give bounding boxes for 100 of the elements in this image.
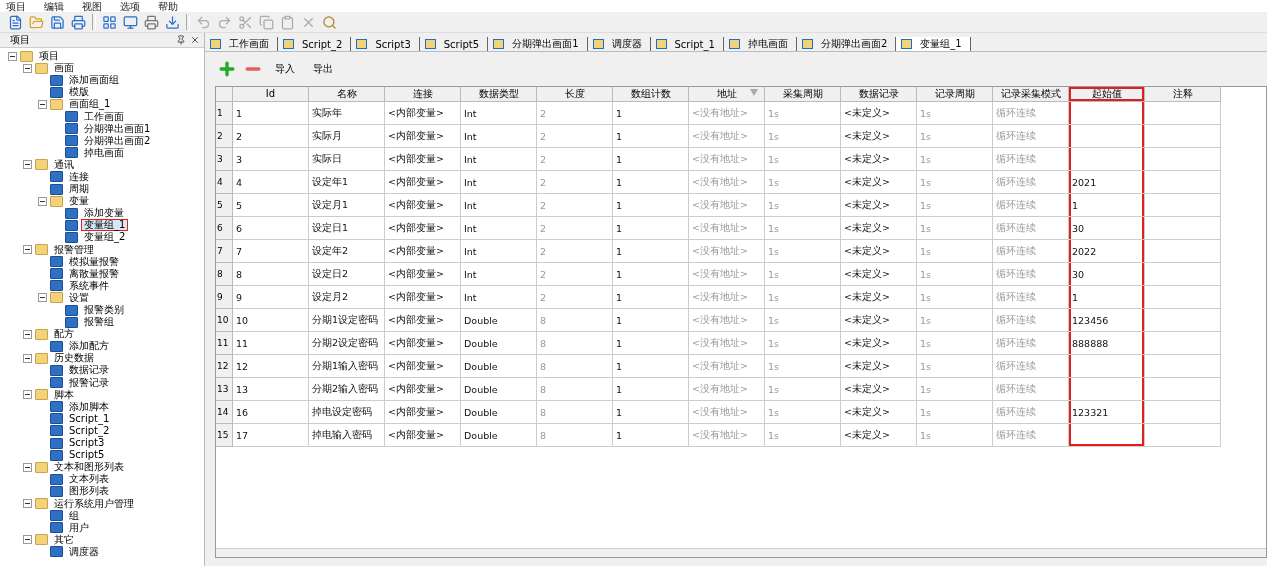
column-header[interactable]: 连接 [385,87,461,102]
menu-item[interactable]: 选项 [120,0,140,12]
tree-item[interactable]: 周期 [66,183,92,196]
tree-item[interactable]: 添加配方 [66,340,112,353]
column-header[interactable]: 记录采集模式 [993,87,1069,102]
toolbar-button[interactable]: 导出 [307,62,339,76]
column-header[interactable]: 地址 [689,87,765,102]
collapse-toggle[interactable] [23,535,32,545]
tree-item[interactable]: 报警类别 [81,304,127,316]
tree-item[interactable]: 配方 [51,328,77,341]
tree-item[interactable]: 文本列表 [66,473,112,486]
tree-item[interactable]: 连接 [66,171,92,183]
collapse-toggle[interactable] [23,390,32,400]
tree-item[interactable]: Script5 [66,449,108,462]
menu-item[interactable]: 项目 [6,0,26,12]
tree-item[interactable]: 图形列表 [66,485,112,498]
column-header[interactable]: 注释 [1145,87,1221,102]
horizontal-scrollbar[interactable] [216,548,1266,557]
tree-item[interactable]: 添加脚本 [66,400,112,413]
new-file-icon[interactable] [8,14,23,30]
menu-item[interactable]: 编辑 [44,0,64,12]
tab[interactable]: 调度器 [587,37,651,51]
tree-item[interactable]: 运行系统用户管理 [51,497,137,510]
tree-item[interactable]: 脚本 [51,388,77,401]
column-header[interactable]: Id [233,87,309,102]
menu-item[interactable]: 帮助 [158,0,178,12]
tab[interactable]: Script3 [351,37,420,51]
tree-item[interactable]: 其它 [51,533,77,546]
tree-item[interactable]: 变量组_1 [81,219,129,232]
tree-item[interactable]: 历史数据 [51,352,97,365]
close-icon[interactable] [190,35,200,45]
tree-item[interactable]: 调度器 [66,545,102,558]
download-icon[interactable] [165,14,180,30]
tree-item[interactable]: 项目 [36,50,62,63]
collapse-toggle[interactable] [23,462,32,472]
column-header[interactable]: 记录周期 [917,87,993,102]
tree-item[interactable]: 报警管理 [51,243,97,256]
tree-item[interactable]: 模拟量报警 [66,255,122,268]
toolbar-button[interactable]: 导入 [269,62,301,76]
collapse-toggle[interactable] [8,51,17,61]
tree-item[interactable]: 报警记录 [66,376,112,389]
collapse-toggle[interactable] [23,245,32,255]
tree-item[interactable]: Script3 [66,437,108,450]
collapse-toggle[interactable] [38,293,47,303]
pin-icon[interactable] [176,35,186,45]
tree-item[interactable]: 用户 [66,521,92,534]
collapse-toggle[interactable] [23,63,32,73]
save-icon[interactable] [50,14,65,30]
monitor-icon[interactable] [123,14,138,30]
collapse-toggle[interactable] [23,353,32,363]
tree-item[interactable]: 变量 [66,195,92,208]
tree-item[interactable]: Script_2 [66,424,113,437]
tree-item[interactable]: Script_1 [66,412,113,425]
column-header[interactable]: 长度 [537,87,613,102]
tab[interactable]: 掉电画面 [723,37,797,51]
tree-item[interactable]: 分期弹出画面1 [81,122,154,135]
tree-item[interactable]: 添加变量 [81,207,127,220]
search-icon[interactable] [322,14,337,30]
collapse-toggle[interactable] [23,499,32,508]
column-header[interactable]: 数据类型 [461,87,537,102]
table-cell: <没有地址> [689,125,765,148]
tree-item[interactable]: 数据记录 [66,364,112,377]
column-header[interactable]: 名称 [309,87,385,102]
tree-item[interactable]: 设置 [66,291,92,304]
tab[interactable]: Script5 [419,37,489,51]
tree-item[interactable]: 工作画面 [81,110,127,123]
tree-item[interactable]: 添加画面组 [66,74,122,87]
tree-item[interactable]: 变量组_2 [81,231,129,244]
tree-item[interactable]: 组 [66,509,82,522]
add-icon[interactable] [217,59,237,79]
tab[interactable]: Script_2 [278,37,352,51]
collapse-toggle[interactable] [23,329,32,339]
tab[interactable]: 分期弹出画面1 [488,37,588,51]
tree-item[interactable]: 离散量报警 [66,267,122,280]
tree-item[interactable]: 系统事件 [66,279,112,292]
column-header[interactable]: 采集周期 [765,87,841,102]
tree-item[interactable]: 模版 [66,86,92,99]
printer-icon[interactable] [71,14,86,30]
tab[interactable]: 变量组_1 [896,37,971,51]
tree-item[interactable]: 报警组 [81,316,117,329]
grid-icon[interactable] [102,14,117,30]
tab[interactable]: 工作画面 [205,37,278,51]
collapse-toggle[interactable] [23,160,32,170]
column-header[interactable]: 数组计数 [613,87,689,102]
menu-item[interactable]: 视图 [82,0,102,12]
tree-item[interactable]: 掉电画面 [81,146,127,159]
tree-item[interactable]: 分期弹出画面2 [81,134,154,147]
tab[interactable]: Script_1 [650,37,724,51]
tree-item[interactable]: 通讯 [51,158,77,171]
table-cell: Int [461,125,537,148]
tree-item[interactable]: 文本和图形列表 [51,461,127,474]
collapse-toggle[interactable] [38,99,47,109]
column-header[interactable]: 起始值 [1069,87,1145,102]
table-cell: 1s [917,355,993,378]
tree-item[interactable]: 画面 [51,62,77,75]
device-icon[interactable] [144,14,159,30]
column-header[interactable]: 数据记录 [841,87,917,102]
collapse-toggle[interactable] [38,196,47,206]
tab[interactable]: 分期弹出画面2 [796,37,897,51]
tree-item[interactable]: 画面组_1 [66,98,114,111]
